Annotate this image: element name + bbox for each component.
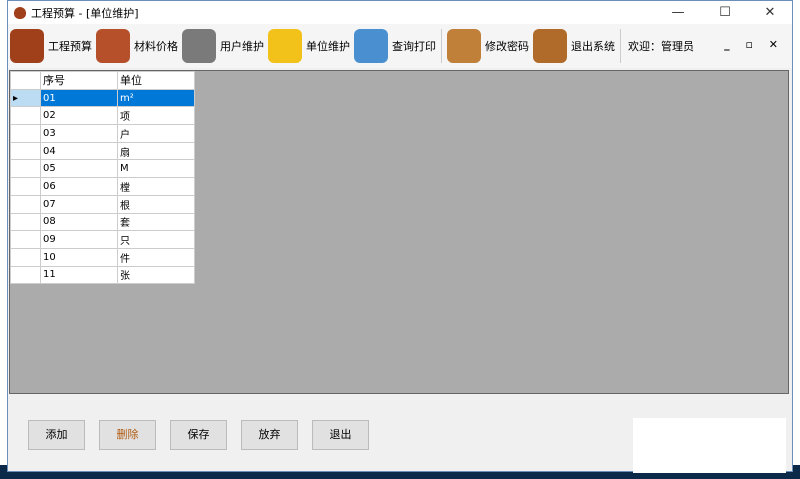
mdi-controls[interactable]: _ ▫ ✕ (724, 38, 784, 51)
cell-unit[interactable]: 根 (117, 194, 195, 214)
row-header[interactable] (10, 106, 41, 126)
toolbar-separator (441, 29, 442, 63)
toolbar-label: 材料价格 (134, 40, 178, 53)
row-header[interactable]: ▸ (10, 88, 41, 108)
cell-unit[interactable]: 套 (117, 212, 195, 232)
toolbar-separator (620, 29, 621, 63)
cell-seq[interactable]: 03 (40, 124, 118, 143)
welcome-text: 欢迎：管理员 (628, 40, 694, 53)
row-header[interactable] (10, 212, 41, 232)
row-header[interactable] (10, 230, 41, 249)
toolbar-button-3[interactable]: 单位维护 (266, 24, 352, 68)
discard-button[interactable]: 放弃 (241, 420, 298, 450)
exit-door-icon (533, 29, 567, 63)
cell-seq[interactable]: 04 (40, 141, 118, 161)
table-row[interactable]: 10 件 (10, 247, 195, 267)
minimize-button[interactable]: — (658, 1, 698, 24)
row-header[interactable] (10, 247, 41, 267)
grid-header-row: 序号 单位 (10, 71, 195, 90)
cell-seq[interactable]: 02 (40, 106, 118, 126)
user-lock-icon (447, 29, 481, 63)
row-header[interactable] (10, 159, 41, 179)
toolbar-button-2[interactable]: 用户维护 (180, 24, 266, 68)
toolbar-button-4[interactable]: 查询打印 (352, 24, 438, 68)
cell-seq[interactable]: 08 (40, 212, 118, 232)
cell-unit[interactable]: 张 (117, 265, 195, 285)
ruler-icon (268, 29, 302, 63)
table-row[interactable]: 07 根 (10, 194, 195, 214)
add-button[interactable]: 添加 (28, 420, 85, 450)
cell-unit[interactable]: 只 (117, 230, 195, 249)
table-row[interactable]: 06 樘 (10, 177, 195, 196)
row-header-corner (10, 71, 41, 90)
table-row[interactable]: 08 套 (10, 212, 195, 232)
cell-seq[interactable]: 06 (40, 177, 118, 196)
data-grid[interactable]: 序号 单位 ▸ 01 m² 02 项 03 户 04 扇 05 M 06 樘 07 根 08 套 09 只 10 件 11… (9, 70, 789, 394)
title-bar: 工程预算 - [单位维护] — ☐ ✕ (8, 1, 792, 24)
toolbar-button-5[interactable]: 修改密码 (445, 24, 531, 68)
table-row[interactable]: 02 项 (10, 106, 195, 126)
save-button[interactable]: 保存 (170, 420, 227, 450)
delete-button[interactable]: 删除 (99, 420, 156, 450)
cell-unit[interactable]: m² (117, 88, 195, 108)
app-window: 工程预算 - [单位维护] — ☐ ✕ 工程预算 材料价格 用户维护 单位维护 查询打印… (7, 0, 793, 473)
table-row[interactable]: 04 扇 (10, 141, 195, 161)
toolbar-label: 退出系统 (571, 40, 615, 53)
box-icon (96, 29, 130, 63)
user-icon (182, 29, 216, 63)
table-row[interactable]: 05 M (10, 159, 195, 179)
cell-unit[interactable]: 件 (117, 247, 195, 267)
maximize-button[interactable]: ☐ (705, 1, 745, 24)
money-bag-icon (10, 29, 44, 63)
toolbar-label: 单位维护 (306, 40, 350, 53)
toolbar: 工程预算 材料价格 用户维护 单位维护 查询打印 修改密码 退出系统 欢迎：管理员 _ ▫ ✕ (8, 24, 792, 68)
close-button[interactable]: ✕ (750, 1, 790, 24)
cell-seq[interactable]: 07 (40, 194, 118, 214)
report-icon (354, 29, 388, 63)
row-header[interactable] (10, 141, 41, 161)
column-header-seq[interactable]: 序号 (40, 71, 118, 90)
row-header[interactable] (10, 194, 41, 214)
app-icon (14, 6, 26, 19)
toolbar-label: 修改密码 (485, 40, 529, 53)
toolbar-button-1[interactable]: 材料价格 (94, 24, 180, 68)
cell-seq[interactable]: 10 (40, 247, 118, 267)
cell-seq[interactable]: 01 (40, 88, 118, 108)
blank-panel (633, 418, 786, 473)
row-header[interactable] (10, 124, 41, 143)
cell-unit[interactable]: 户 (117, 124, 195, 143)
toolbar-button-0[interactable]: 工程预算 (8, 24, 94, 68)
cell-seq[interactable]: 11 (40, 265, 118, 285)
table-row[interactable]: 03 户 (10, 124, 195, 143)
cell-unit[interactable]: 樘 (117, 177, 195, 196)
row-header[interactable] (10, 265, 41, 285)
window-title: 工程预算 - [单位维护] (31, 6, 139, 20)
row-header[interactable] (10, 177, 41, 196)
cell-unit[interactable]: 扇 (117, 141, 195, 161)
toolbar-button-6[interactable]: 退出系统 (531, 24, 617, 68)
toolbar-label: 工程预算 (48, 40, 92, 53)
cell-unit[interactable]: M (117, 159, 195, 179)
table-row[interactable]: 09 只 (10, 230, 195, 249)
toolbar-label: 用户维护 (220, 40, 264, 53)
column-header-unit[interactable]: 单位 (117, 71, 195, 90)
table-row[interactable]: 11 张 (10, 265, 195, 285)
cell-seq[interactable]: 05 (40, 159, 118, 179)
cell-seq[interactable]: 09 (40, 230, 118, 249)
toolbar-label: 查询打印 (392, 40, 436, 53)
table-row[interactable]: ▸ 01 m² (10, 88, 195, 108)
exit-button[interactable]: 退出 (312, 420, 369, 450)
cell-unit[interactable]: 项 (117, 106, 195, 126)
